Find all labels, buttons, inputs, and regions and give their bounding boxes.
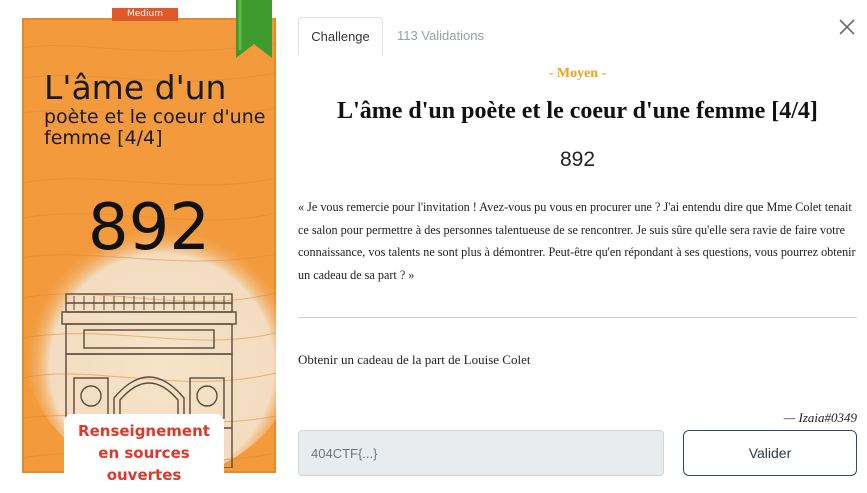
flag-input[interactable] [298,430,664,476]
card-title-main: L'âme d'un [44,68,227,107]
challenge-title: L'âme d'un poète et le coeur d'une femme… [337,98,818,124]
submit-button[interactable]: Valider [683,430,857,476]
tab-bar: Challenge 113 Validations [298,17,498,55]
tab-validations[interactable]: 113 Validations [383,17,498,55]
tab-challenge[interactable]: Challenge [298,17,383,55]
challenge-description: « Je vous remercie pour l'invitation ! A… [298,200,856,282]
difficulty-tag: Medium [112,8,178,21]
card-points: 892 [87,191,211,265]
divider [298,317,857,318]
challenge-author: — Izaia#0349 [783,410,857,425]
challenge-card: Medium L'âme d'un poète et le coeur d'un… [0,0,289,493]
ribbon-icon [236,0,272,58]
category-badge: Renseignement en sources ouvertes [64,414,224,492]
difficulty-label: - Moyen - [548,66,607,81]
close-icon[interactable] [836,16,858,38]
challenge-objective: Obtenir un cadeau de la part de Louise C… [298,352,531,367]
challenge-points: 892 [559,148,596,171]
category-label: Renseignement en sources ouvertes [78,422,210,484]
card-title-sub: poète et le coeur d'une femme [4/4] [44,106,266,149]
